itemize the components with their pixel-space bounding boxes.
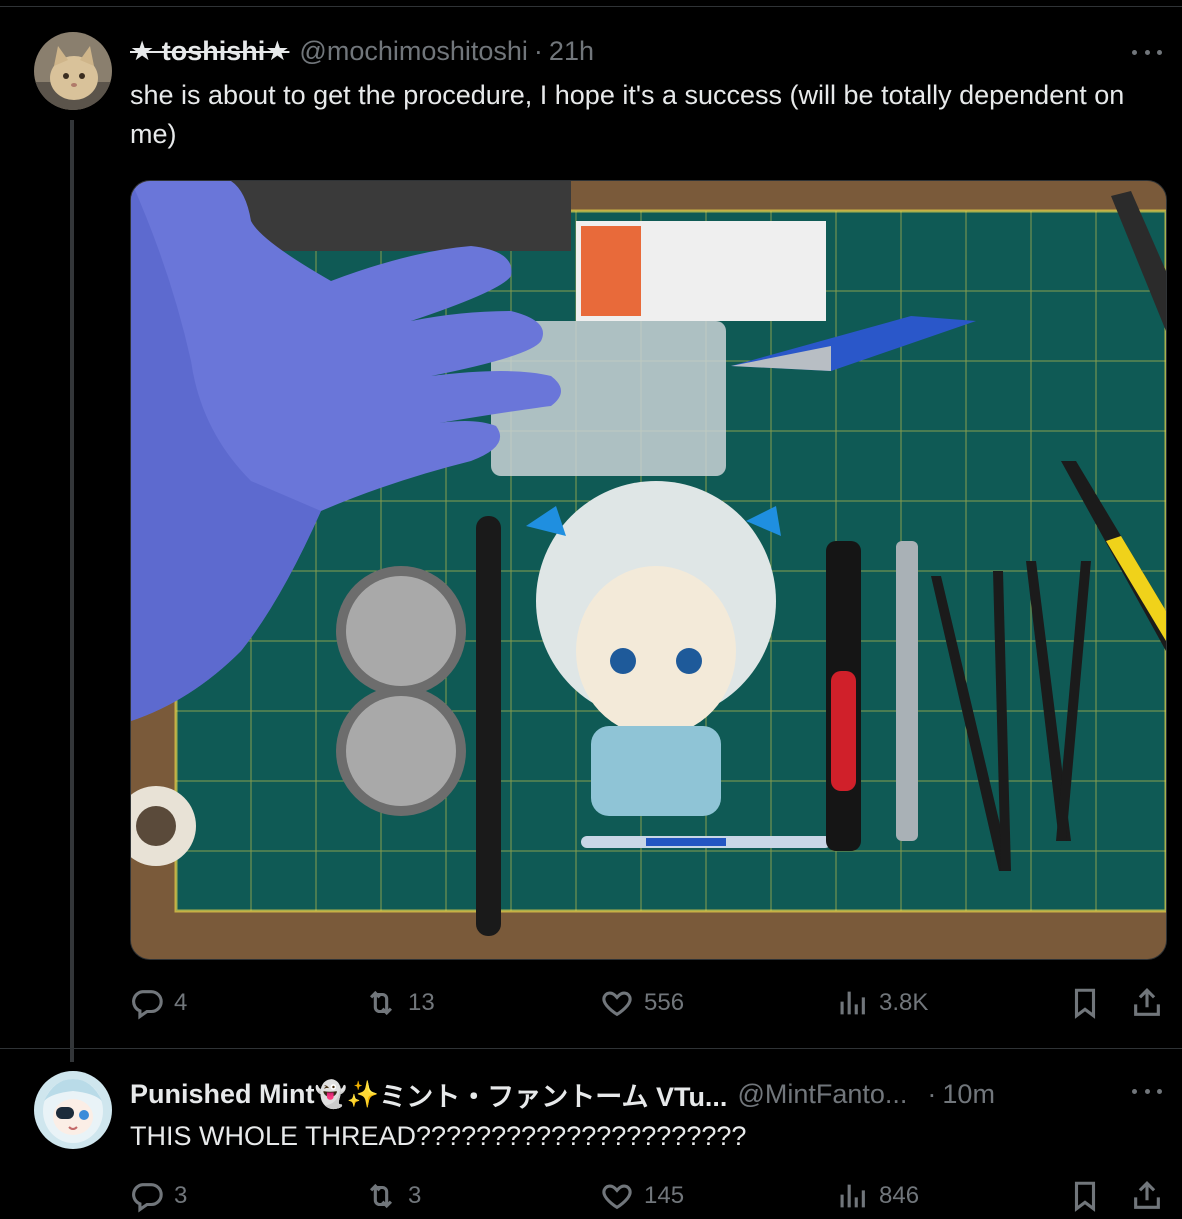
heart-icon: [602, 1184, 632, 1210]
view-count: 846: [879, 1182, 920, 1209]
share-icon: [1134, 988, 1160, 1016]
timestamp[interactable]: 10m: [942, 1079, 995, 1110]
repost-icon: [369, 990, 393, 1016]
share-button[interactable]: [1130, 1179, 1164, 1218]
like-count: 556: [644, 989, 685, 1016]
like-button[interactable]: 556: [600, 986, 684, 1020]
reply-count: 4: [174, 989, 188, 1016]
tweet-header: Punished Mint 👻✨ ミント・ファントーム VTu... @Mint…: [130, 1075, 995, 1114]
tweet-2[interactable]: Punished Mint 👻✨ ミント・ファントーム VTu... @Mint…: [0, 1049, 1182, 1213]
avatar[interactable]: [34, 1071, 112, 1149]
reply-icon: [132, 990, 163, 1020]
like-button[interactable]: 145: [600, 1179, 684, 1213]
tweet-actions: 3 3 145 846: [130, 1179, 1182, 1219]
repost-button[interactable]: 13: [364, 986, 435, 1020]
vtuber-avatar-image: [34, 1071, 112, 1149]
repost-icon: [369, 1183, 393, 1209]
views-icon: [840, 991, 865, 1015]
share-icon: [1134, 1181, 1160, 1209]
tweet-text: she is about to get the procedure, I hop…: [130, 80, 1125, 149]
views-icon: [840, 1184, 865, 1208]
timestamp[interactable]: 21h: [549, 36, 594, 67]
bookmark-button[interactable]: [1068, 1179, 1102, 1218]
separator: ·: [533, 36, 543, 66]
repost-count: 3: [408, 1182, 422, 1209]
repost-button[interactable]: 3: [364, 1179, 421, 1213]
thread-connector: [70, 120, 74, 1062]
avatar[interactable]: [34, 32, 112, 110]
name-emojis: 👻✨: [314, 1079, 380, 1109]
plush-repair-photo: [131, 181, 1166, 959]
more-icon[interactable]: [1132, 42, 1162, 62]
tweet-photo[interactable]: [130, 180, 1167, 960]
tweet-actions: 4 13 556 3.8K: [130, 986, 1182, 1026]
display-name[interactable]: Punished Mint: [130, 1079, 315, 1110]
reply-count: 3: [174, 1182, 188, 1209]
more-icon[interactable]: [1132, 1081, 1162, 1101]
cat-avatar-image: [34, 32, 112, 110]
tweet-header: ★ toshishi★ @mochimoshitoshi · 21h: [130, 36, 594, 67]
bookmark-icon: [1074, 988, 1096, 1019]
reply-button[interactable]: 4: [130, 986, 187, 1020]
handle[interactable]: @MintFanto...: [737, 1079, 907, 1110]
heart-icon: [602, 991, 632, 1017]
separator: ·: [927, 1079, 937, 1109]
reply-button[interactable]: 3: [130, 1179, 187, 1213]
reply-icon: [132, 1183, 163, 1213]
bookmark-button[interactable]: [1068, 986, 1102, 1025]
bookmark-icon: [1074, 1181, 1096, 1212]
handle[interactable]: @mochimoshitoshi: [299, 36, 528, 67]
repost-count: 13: [408, 989, 435, 1016]
views-button[interactable]: 3.8K: [835, 986, 928, 1020]
views-button[interactable]: 846: [835, 1179, 919, 1213]
display-name-suffix[interactable]: ミント・ファントーム VTu...: [379, 1075, 727, 1114]
view-count: 3.8K: [879, 989, 929, 1016]
tweet-text: THIS WHOLE THREAD??????????????????????: [130, 1121, 747, 1151]
share-button[interactable]: [1130, 986, 1164, 1025]
tweet-1[interactable]: ★ toshishi★ @mochimoshitoshi · 21h she i…: [0, 0, 1182, 1062]
like-count: 145: [644, 1182, 685, 1209]
display-name[interactable]: ★ toshishi★: [130, 36, 289, 67]
